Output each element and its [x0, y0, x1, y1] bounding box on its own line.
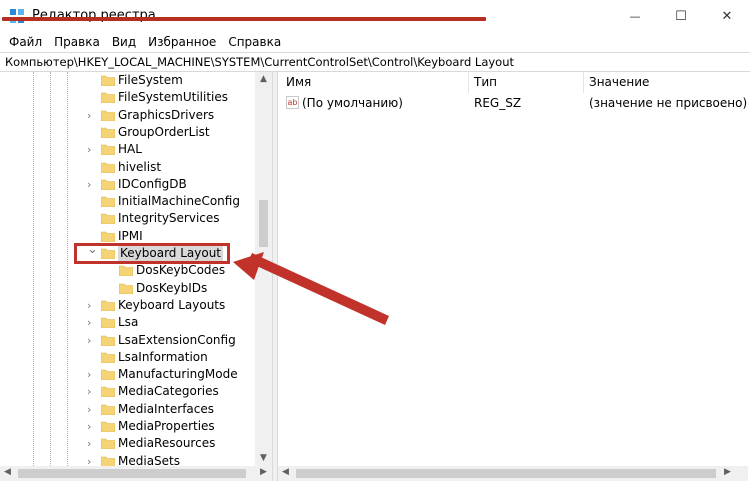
annotation-arrow-shaft: [248, 253, 389, 325]
annotation-arrow: [233, 252, 389, 325]
